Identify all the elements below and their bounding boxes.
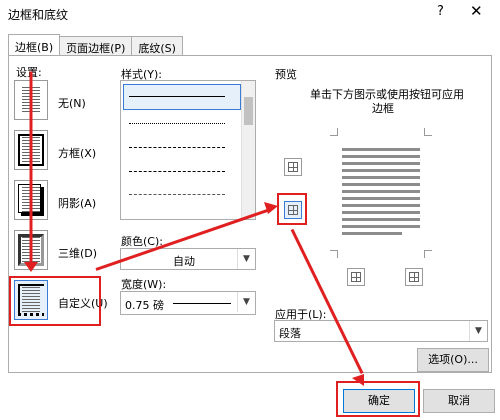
borders-and-shading-dialog: 边框和底纹 ? ✕ 边框(B) 页面边框(P) 底纹(S) 设置: 无(N) 方… <box>0 0 500 420</box>
annotation-arrowheads <box>24 202 364 386</box>
